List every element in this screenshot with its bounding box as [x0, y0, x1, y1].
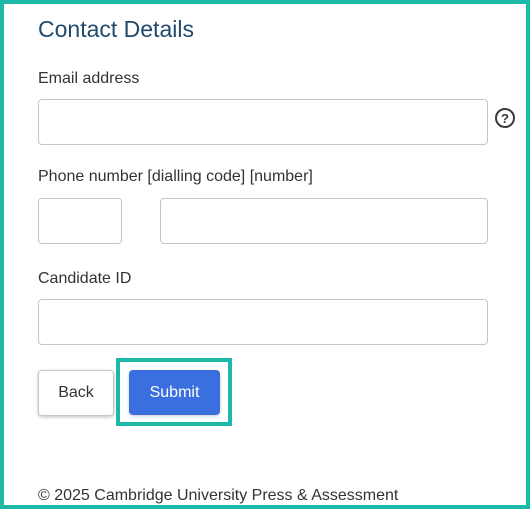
phone-label: Phone number [dialling code] [number]	[38, 168, 313, 185]
back-button[interactable]: Back	[38, 370, 114, 416]
footer-copyright: © 2025 Cambridge University Press & Asse…	[38, 487, 399, 504]
page-title: Contact Details	[38, 16, 194, 42]
email-label: Email address	[38, 70, 140, 87]
submit-button[interactable]: Submit	[129, 370, 220, 415]
candidate-id-field[interactable]	[38, 299, 488, 345]
dialling-code-field[interactable]	[38, 198, 122, 244]
page-frame: Contact Details Email address ? Phone nu…	[0, 0, 530, 509]
candidate-id-label: Candidate ID	[38, 270, 132, 287]
email-field[interactable]	[38, 99, 488, 145]
phone-number-field[interactable]	[160, 198, 488, 244]
help-icon[interactable]: ?	[495, 108, 515, 128]
